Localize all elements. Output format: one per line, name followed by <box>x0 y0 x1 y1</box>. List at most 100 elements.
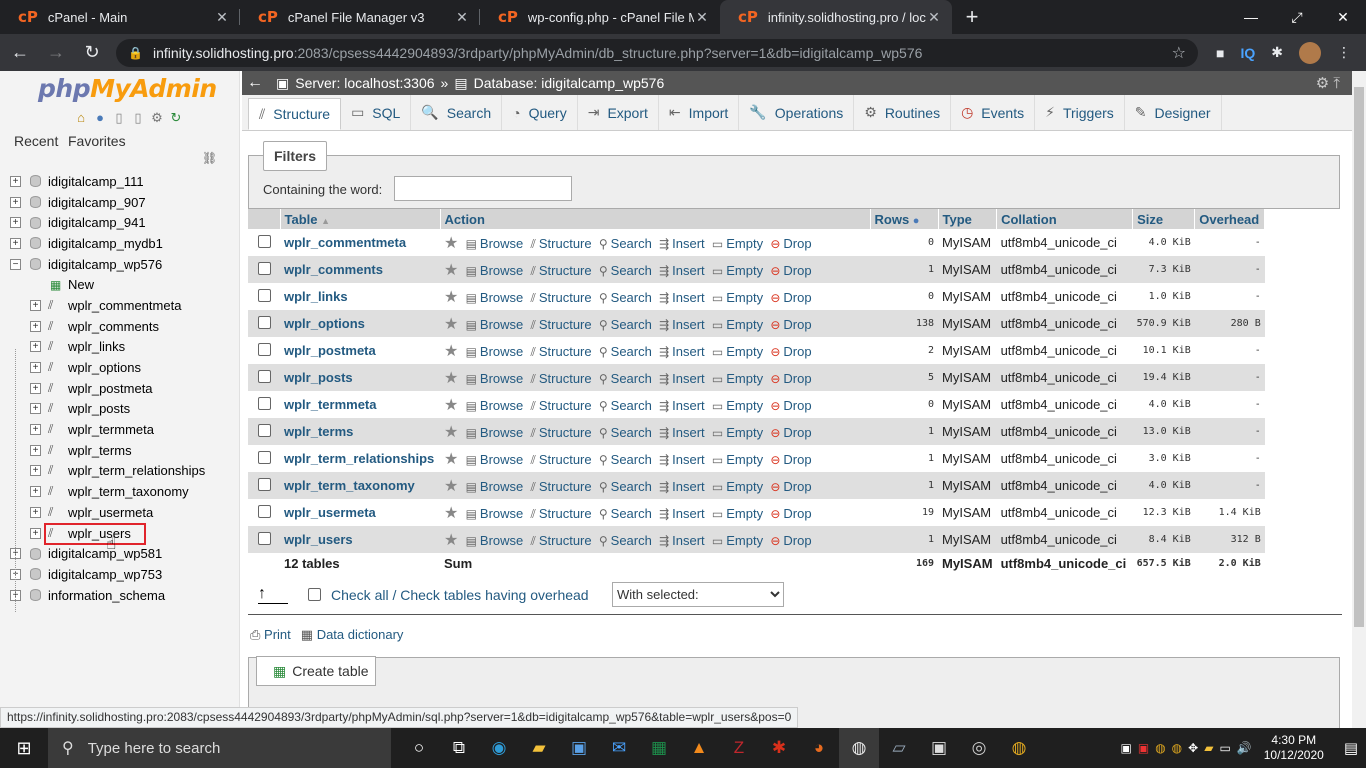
browse-action[interactable]: ▤ Browse <box>466 398 524 413</box>
structure-action[interactable]: ⫽ Structure <box>531 317 592 332</box>
drop-action[interactable]: ⊖ Drop <box>770 398 811 413</box>
search-action[interactable]: ⚲ Search <box>599 290 652 305</box>
back-arrow-icon[interactable]: ← <box>4 37 36 69</box>
mail-icon[interactable]: ✉ <box>599 728 639 768</box>
expand-icon[interactable]: + <box>30 527 41 539</box>
tree-new-table[interactable]: ▦ New <box>0 274 240 295</box>
close-tab-icon[interactable]: ✕ <box>454 9 470 26</box>
structure-action[interactable]: ⫽ Structure <box>531 344 592 359</box>
chat-icon[interactable]: ✱ <box>759 728 799 768</box>
filezilla-icon[interactable]: Z <box>719 728 759 768</box>
empty-action[interactable]: ▭ Empty <box>712 398 763 413</box>
browse-action[interactable]: ▤ Browse <box>466 263 524 278</box>
windows-start-icon[interactable]: ⊞ <box>0 728 48 768</box>
docs-icon[interactable]: ▯ <box>111 110 127 126</box>
search-action[interactable]: ⚲ Search <box>599 344 652 359</box>
row-checkbox[interactable] <box>258 234 271 248</box>
structure-action[interactable]: ⫽ Structure <box>531 452 592 467</box>
drop-action[interactable]: ⊖ Drop <box>770 506 811 521</box>
favorite-star-icon[interactable]: ★ <box>444 478 458 495</box>
favorite-star-icon[interactable]: ★ <box>444 235 458 252</box>
store-icon[interactable]: ▣ <box>559 728 599 768</box>
recent-tab[interactable]: Recent <box>14 133 58 149</box>
tree-table-item[interactable]: + ⫽ wplr_postmeta <box>0 378 240 399</box>
favorite-star-icon[interactable]: ★ <box>444 343 458 360</box>
table-name-link[interactable]: wplr_term_relationships <box>280 445 440 472</box>
check-all-label[interactable]: Check all / Check tables having overhead <box>331 587 589 603</box>
link-with-main-panel-icon[interactable]: ⛓ <box>202 151 217 165</box>
favorite-star-icon[interactable]: ★ <box>444 532 458 549</box>
row-checkbox[interactable] <box>258 315 271 329</box>
favorite-star-icon[interactable]: ★ <box>444 262 458 279</box>
close-tab-icon[interactable]: ✕ <box>926 9 942 26</box>
browse-action[interactable]: ▤ Browse <box>466 317 524 332</box>
structure-action[interactable]: ⫽ Structure <box>531 236 592 251</box>
favorite-star-icon[interactable]: ★ <box>444 424 458 441</box>
app-icon[interactable]: ◎ <box>959 728 999 768</box>
iq-extension-icon[interactable]: IQ <box>1240 45 1255 61</box>
browser-tab-cpanel-main[interactable]: cP cPanel - Main ✕ <box>0 0 240 34</box>
column-header-collation[interactable]: Collation <box>996 209 1134 229</box>
search-action[interactable]: ⚲ Search <box>599 479 652 494</box>
search-action[interactable]: ⚲ Search <box>599 236 652 251</box>
table-name-link[interactable]: wplr_users <box>280 526 440 553</box>
favorite-star-icon[interactable]: ★ <box>444 397 458 414</box>
with-selected-select[interactable]: With selected: <box>612 582 784 607</box>
favorite-star-icon[interactable]: ★ <box>444 370 458 387</box>
expand-icon[interactable]: + <box>30 299 41 311</box>
favorite-star-icon[interactable]: ★ <box>444 505 458 522</box>
collapse-icon[interactable]: − <box>10 258 21 270</box>
reload-navigation-icon[interactable]: ↻ <box>168 110 184 126</box>
expand-icon[interactable]: + <box>30 506 41 518</box>
empty-action[interactable]: ▭ Empty <box>712 425 763 440</box>
chrome-icon[interactable]: ◍ <box>999 728 1039 768</box>
drop-action[interactable]: ⊖ Drop <box>770 533 811 548</box>
tray-icon[interactable]: ▣ <box>1138 741 1149 755</box>
empty-action[interactable]: ▭ Empty <box>712 371 763 386</box>
volume-icon[interactable]: 🔊 <box>1237 741 1252 755</box>
structure-action[interactable]: ⫽ Structure <box>531 290 592 305</box>
tray-icon[interactable]: ◍ <box>1155 741 1165 755</box>
tray-icon[interactable]: ▣ <box>1121 741 1132 755</box>
column-header-table[interactable]: Table ▲ <box>280 209 441 229</box>
home-icon[interactable]: ⌂ <box>73 110 89 126</box>
tree-db-item[interactable]: + idigitalcamp_941 <box>0 212 240 233</box>
empty-action[interactable]: ▭ Empty <box>712 479 763 494</box>
empty-action[interactable]: ▭ Empty <box>712 236 763 251</box>
browse-action[interactable]: ▤ Browse <box>466 506 524 521</box>
search-action[interactable]: ⚲ Search <box>599 317 652 332</box>
insert-action[interactable]: ⇶ Insert <box>659 236 705 251</box>
tab-operations[interactable]: 🔧 Operations <box>739 95 855 130</box>
drop-action[interactable]: ⊖ Drop <box>770 317 811 332</box>
tree-table-item[interactable]: + ⫽ wplr_comments <box>0 316 240 337</box>
drop-action[interactable]: ⊖ Drop <box>770 263 811 278</box>
tree-table-item[interactable]: + ⫽ wplr_commentmeta <box>0 295 240 316</box>
drop-action[interactable]: ⊖ Drop <box>770 371 811 386</box>
row-checkbox[interactable] <box>258 504 271 518</box>
tree-db-item[interactable]: + idigitalcamp_wp581 <box>0 543 240 564</box>
app-icon[interactable]: ▱ <box>879 728 919 768</box>
table-name-link[interactable]: wplr_usermeta <box>280 499 440 526</box>
extension-icon[interactable]: ■ <box>1216 45 1224 61</box>
structure-action[interactable]: ⫽ Structure <box>531 533 592 548</box>
row-checkbox[interactable] <box>258 477 271 491</box>
avatar[interactable] <box>1298 41 1321 64</box>
table-name-link[interactable]: wplr_commentmeta <box>280 229 440 256</box>
table-name-link[interactable]: wplr_links <box>280 283 440 310</box>
row-checkbox[interactable] <box>258 531 271 545</box>
table-name-link[interactable]: wplr_comments <box>280 256 440 283</box>
tab-sql[interactable]: ▭ SQL <box>341 95 412 130</box>
tab-events[interactable]: ◷ Events <box>951 95 1036 130</box>
drop-action[interactable]: ⊖ Drop <box>770 452 811 467</box>
browse-action[interactable]: ▤ Browse <box>466 236 524 251</box>
tree-table-item[interactable]: + ⫽ wplr_term_taxonomy <box>0 481 240 502</box>
empty-action[interactable]: ▭ Empty <box>712 290 763 305</box>
browse-action[interactable]: ▤ Browse <box>466 371 524 386</box>
data-dictionary-link[interactable]: ▦ Data dictionary <box>301 627 404 643</box>
expand-icon[interactable]: + <box>10 237 21 249</box>
favorite-star-icon[interactable]: ★ <box>444 451 458 468</box>
search-action[interactable]: ⚲ Search <box>599 371 652 386</box>
tree-table-item[interactable]: + ⫽ wplr_posts <box>0 399 240 420</box>
tab-export[interactable]: ⇥ Export <box>578 95 659 130</box>
vlc-icon[interactable]: ▲ <box>679 728 719 768</box>
